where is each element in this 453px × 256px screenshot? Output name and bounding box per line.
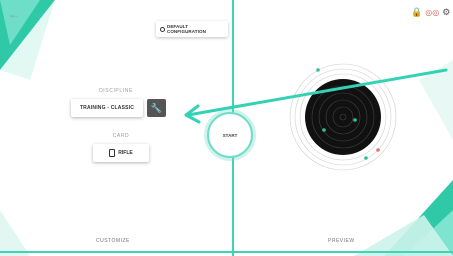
card-value: RIFLE: [118, 150, 133, 156]
shot-marker: [316, 68, 320, 72]
start-label: START: [222, 132, 238, 138]
discipline-select-button[interactable]: TRAINING - CLASSIC: [71, 99, 143, 117]
start-button[interactable]: START: [207, 112, 253, 158]
customize-label: CUSTOMIZE: [96, 238, 130, 244]
shot-marker: [376, 148, 380, 152]
card-select-button[interactable]: RIFLE: [93, 144, 149, 162]
lock-icon[interactable]: 🔒: [411, 7, 422, 18]
preview-panel: PREVIEW: [234, 0, 453, 256]
target-preview: [289, 63, 397, 171]
decorative-background: [0, 0, 55, 256]
wrench-icon[interactable]: 🔧: [147, 99, 166, 117]
shot-marker: [353, 118, 357, 122]
top-icons: 🔒 ◎◎ ⚙: [411, 6, 450, 18]
reset-icon: [160, 26, 165, 32]
discipline-label: DISCIPLINE: [99, 88, 133, 94]
preview-label: PREVIEW: [328, 238, 355, 244]
back-arrow-icon[interactable]: ←: [8, 8, 24, 20]
discipline-value: TRAINING - CLASSIC: [79, 105, 135, 111]
card-icon: [109, 149, 116, 157]
default-configuration-button[interactable]: DEFAULT CONFIGURATION: [156, 21, 228, 37]
card-label: CARD: [112, 133, 130, 139]
targets-icon[interactable]: ◎◎: [425, 8, 439, 17]
shot-marker: [322, 128, 326, 132]
app-window: ← DEFAULT CONFIGURATION DISCIPLINE TRAIN…: [0, 0, 453, 256]
default-configuration-label: DEFAULT CONFIGURATION: [166, 24, 206, 34]
bottom-border: [0, 251, 453, 253]
gear-icon[interactable]: ⚙: [442, 7, 450, 18]
shot-marker: [364, 156, 368, 160]
customize-panel: ← DEFAULT CONFIGURATION DISCIPLINE TRAIN…: [0, 0, 232, 256]
